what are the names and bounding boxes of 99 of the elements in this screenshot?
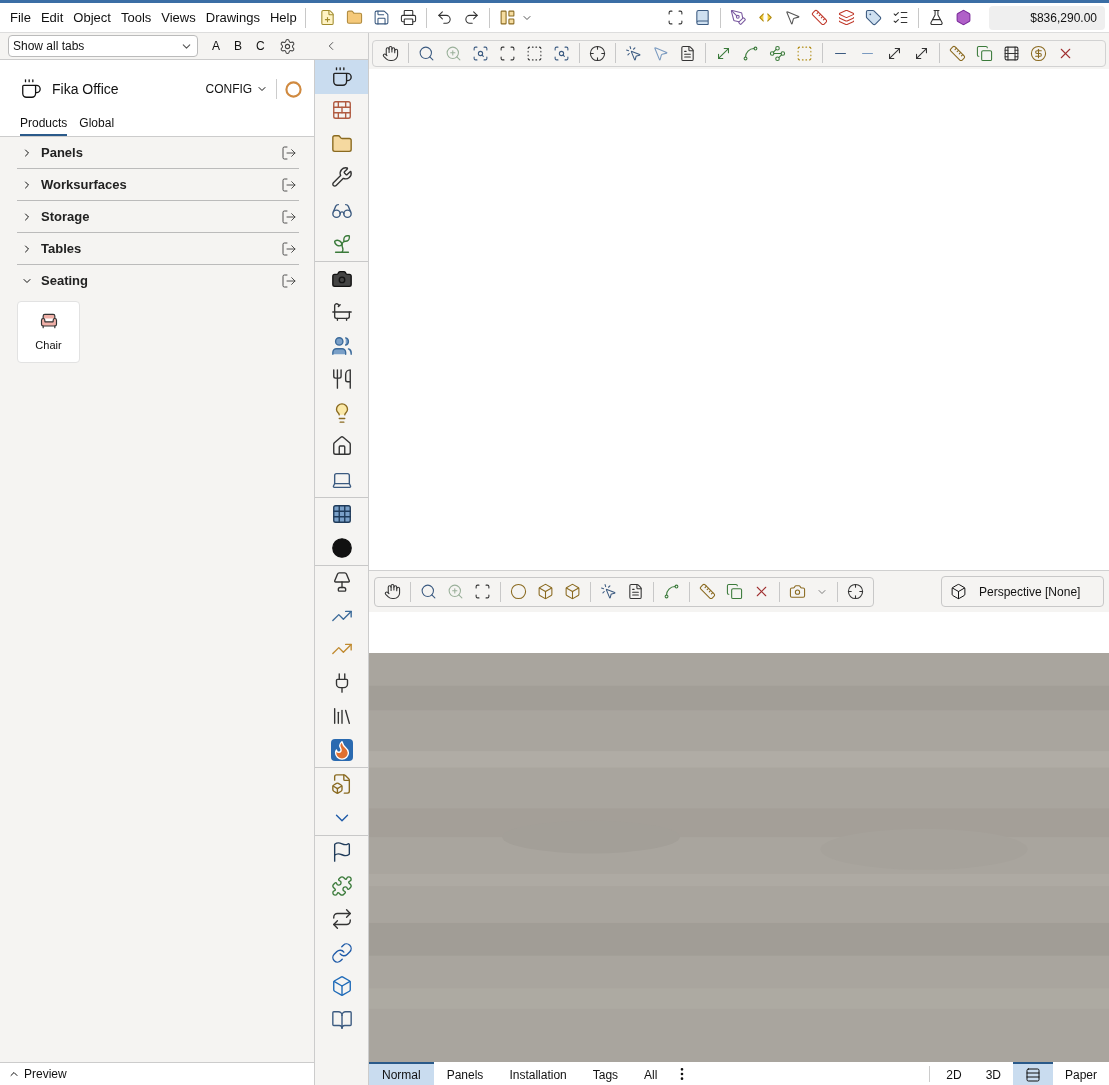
select-text-icon[interactable] (679, 44, 696, 62)
select-icon[interactable] (625, 44, 642, 62)
cube-icon (330, 975, 353, 998)
category-header[interactable]: Tables (17, 233, 300, 265)
hand-icon[interactable] (382, 44, 399, 62)
zoom-icon[interactable] (420, 583, 437, 600)
view-mode-tab[interactable]: 3D (973, 1062, 1013, 1085)
zoom-window-icon[interactable] (553, 44, 570, 62)
copy-icon[interactable] (976, 44, 993, 62)
pointer-icon[interactable] (784, 9, 801, 26)
filter-letter-button[interactable]: B (234, 37, 243, 55)
save-icon[interactable] (372, 9, 390, 26)
film-icon[interactable] (1003, 44, 1020, 62)
bathtub-icon (330, 301, 353, 324)
export-icon[interactable] (281, 208, 298, 225)
new-file-icon[interactable] (318, 9, 336, 26)
redo-icon[interactable] (462, 9, 480, 26)
cube-icon (950, 583, 967, 600)
hexagon-icon[interactable] (955, 9, 972, 26)
zoom-scan-icon[interactable] (472, 44, 489, 62)
box-side-icon[interactable] (564, 583, 581, 600)
category-header[interactable]: Seating (17, 265, 300, 297)
filter-letter-button[interactable]: C (256, 37, 265, 55)
catalog-title: Fika Office (52, 79, 119, 99)
box-fit-icon[interactable] (537, 583, 554, 600)
coffee-cup-icon (330, 65, 353, 88)
print-icon[interactable] (399, 9, 417, 26)
export-icon[interactable] (281, 240, 298, 257)
menu-item[interactable]: Edit (40, 7, 64, 28)
coffee-cup-icon (20, 78, 42, 100)
tab-filter-dropdown[interactable]: Show all tabs (8, 35, 198, 57)
view-tab[interactable]: All (631, 1062, 671, 1085)
menu-item[interactable]: Object (73, 7, 111, 28)
crosshair-icon[interactable] (589, 44, 606, 62)
camera-icon[interactable] (789, 583, 806, 600)
layout-mode-tab[interactable] (1012, 1062, 1053, 1085)
catalog-tab[interactable]: Products (20, 114, 68, 136)
select-text-icon[interactable] (627, 583, 644, 600)
layers-icon[interactable] (838, 9, 855, 26)
ruler-icon[interactable] (699, 583, 716, 600)
wrench-icon (330, 166, 353, 189)
ruler-icon[interactable] (811, 9, 828, 26)
export-icon[interactable] (281, 144, 298, 161)
folder-icon (330, 132, 353, 155)
crosshair-icon[interactable] (847, 583, 864, 600)
export-icon[interactable] (281, 272, 298, 289)
scan-icon[interactable] (667, 9, 684, 26)
export-icon[interactable] (281, 176, 298, 193)
folder-icon[interactable] (345, 9, 363, 26)
select-icon[interactable] (600, 583, 617, 600)
price-field: $836,290.00 (989, 5, 1105, 30)
menu-item[interactable]: Help (269, 7, 297, 28)
zoom-extents-icon[interactable] (499, 44, 516, 62)
hand-icon[interactable] (384, 583, 401, 600)
category-header[interactable]: Storage (17, 201, 300, 233)
category-header[interactable]: Panels (17, 137, 300, 169)
ruler-icon[interactable] (949, 44, 966, 62)
dropdown-value: Show all tabs (13, 38, 85, 55)
catalog-tab[interactable]: Global (79, 114, 115, 136)
product-tile[interactable]: Chair (17, 301, 80, 363)
menu-item[interactable]: File (10, 7, 31, 28)
utensils-icon (330, 368, 353, 391)
category-header[interactable]: Worksurfaces (17, 169, 300, 201)
people-icon (330, 334, 353, 357)
menu-item[interactable]: Tools (120, 7, 152, 28)
zoom-extents-icon[interactable] (474, 583, 491, 600)
pdf-box-icon (330, 773, 353, 796)
price-icon[interactable] (1030, 44, 1047, 62)
flask-icon[interactable] (928, 9, 945, 26)
view-tab[interactable]: Tags (579, 1062, 632, 1085)
frame-icon[interactable] (526, 44, 543, 62)
brick-wall-icon (330, 99, 353, 122)
book-icon[interactable] (694, 9, 711, 26)
view-tab[interactable]: Panels (433, 1062, 497, 1085)
view-tab[interactable]: Installation (496, 1062, 580, 1085)
preview-toggle[interactable]: Preview (0, 1062, 315, 1085)
settings-icon[interactable] (278, 37, 296, 55)
view-mode-tab[interactable]: 2D (934, 1062, 974, 1085)
layout-icon[interactable] (498, 9, 516, 26)
tile-icon (330, 503, 353, 526)
filter-letter-button[interactable]: A (212, 37, 220, 55)
config-dropdown[interactable]: CONFIG (205, 80, 269, 98)
view-tab[interactable]: Normal (369, 1062, 434, 1085)
product-label: Chair (35, 337, 62, 353)
menu-item[interactable]: Drawings (205, 7, 260, 28)
zoom-icon[interactable] (418, 44, 435, 62)
list-icon[interactable] (892, 9, 909, 26)
camera-dropdown[interactable]: Perspective [None] (941, 576, 1104, 607)
copy-icon[interactable] (726, 583, 743, 600)
spline-icon[interactable] (742, 44, 759, 62)
undo-icon[interactable] (435, 9, 453, 26)
tag-icon[interactable] (865, 9, 882, 26)
rows-icon (1024, 1066, 1041, 1083)
view-mode-tab[interactable]: Paper (1052, 1062, 1109, 1085)
house-icon (330, 435, 353, 458)
menu-item[interactable]: Views (161, 7, 196, 28)
spline-icon[interactable] (663, 583, 680, 600)
loop-icon (330, 908, 353, 931)
pen-icon[interactable] (730, 9, 747, 26)
